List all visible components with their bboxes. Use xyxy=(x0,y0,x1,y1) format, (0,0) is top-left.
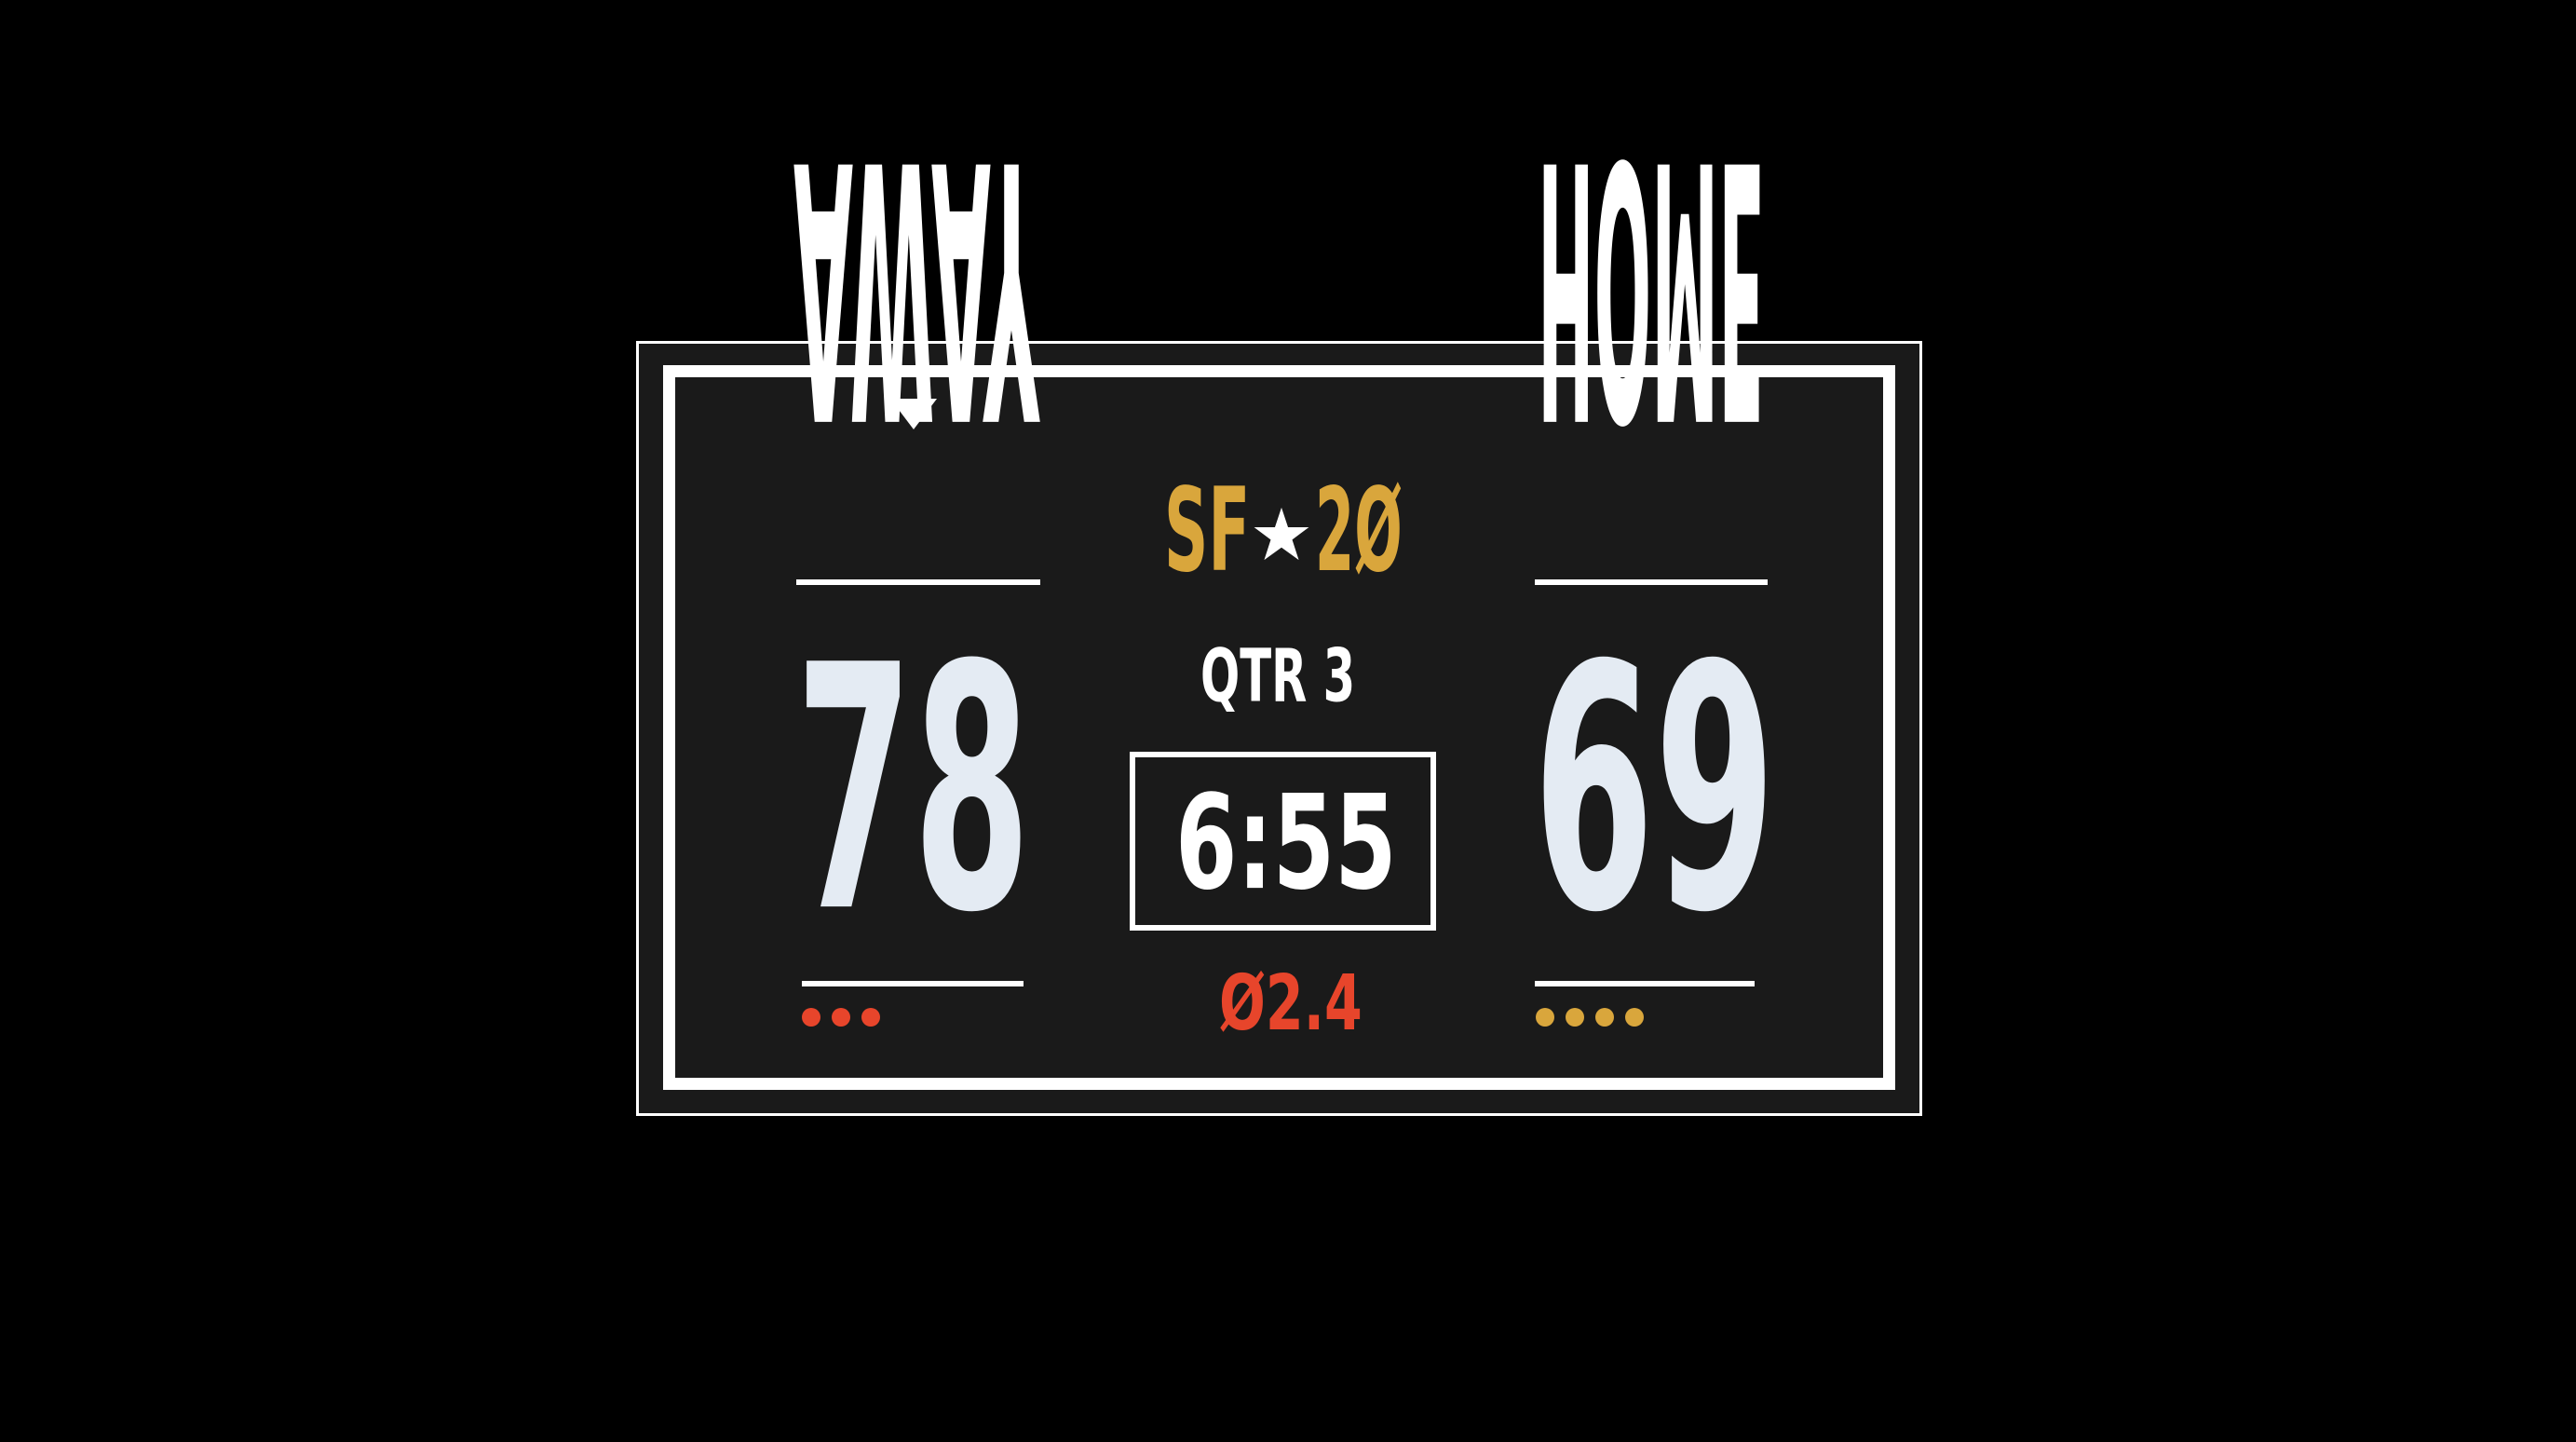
game-clock: 6:55 xyxy=(1175,767,1397,919)
foul-dot xyxy=(861,1008,880,1027)
home-label-underline xyxy=(1535,579,1768,585)
foul-dot xyxy=(1536,1008,1554,1027)
foul-dot xyxy=(1625,1008,1644,1027)
brand-left: SF xyxy=(1164,462,1251,598)
away-score-underline xyxy=(802,981,1024,986)
foul-dot xyxy=(832,1008,850,1027)
away-foul-indicator xyxy=(802,1008,880,1027)
foul-dot xyxy=(802,1008,820,1027)
quarter-indicator: QTR 3 xyxy=(1200,634,1356,720)
brand-right: 2Ø xyxy=(1315,462,1403,598)
home-score-underline xyxy=(1535,981,1755,986)
away-score: 78 xyxy=(795,594,1031,987)
shot-clock: Ø2.4 xyxy=(1219,959,1363,1049)
star-icon xyxy=(1254,507,1309,561)
home-foul-indicator xyxy=(1536,1008,1644,1027)
foul-dot xyxy=(1566,1008,1584,1027)
foul-dot xyxy=(1595,1008,1614,1027)
away-label-underline xyxy=(796,579,1040,585)
home-label: HOME xyxy=(1538,79,1765,494)
home-score: 69 xyxy=(1533,594,1776,987)
away-label: AWAY xyxy=(793,79,1039,494)
